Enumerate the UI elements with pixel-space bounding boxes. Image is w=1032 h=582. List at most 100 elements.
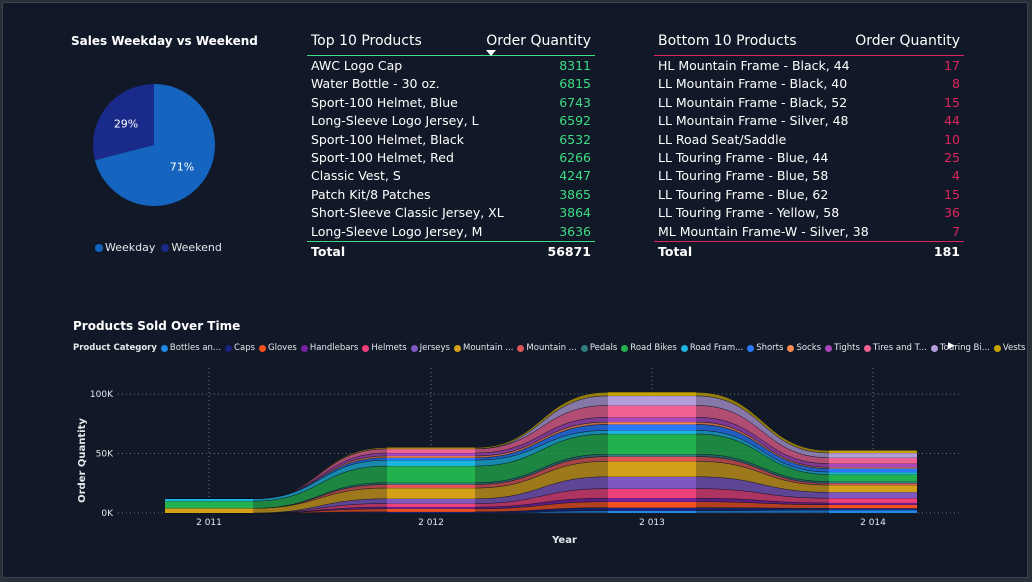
legend-scroll-right-icon[interactable]: ▶ [948,341,955,351]
stream-data-block[interactable] [829,471,917,475]
pie-legend-item-weekend[interactable]: Weekend [161,241,222,254]
stream-data-block[interactable] [387,457,475,461]
stream-legend-item[interactable]: Road Bikes [621,343,677,353]
stream-data-block[interactable] [608,456,696,462]
stream-data-block[interactable] [608,476,696,489]
stream-data-block[interactable] [387,452,475,456]
stream-legend-item[interactable]: Socks [787,343,821,353]
stream-legend-item[interactable]: Caps [225,343,255,353]
stream-legend-label: Pedals [589,343,618,353]
stream-data-block[interactable] [387,466,475,483]
stream-data-block[interactable] [608,405,696,418]
stream-data-block[interactable] [608,392,696,396]
stream-data-block[interactable] [829,510,917,513]
stream-data-block[interactable] [608,454,696,457]
table-row[interactable]: Sport-100 Helmet, Blue 6743 [307,94,595,112]
pie-legend-item-weekday[interactable]: Weekday [95,241,155,254]
stream-data-block[interactable] [165,501,253,509]
stream-legend-item[interactable]: Mountain ... [454,343,513,353]
y-tick-label: 0K [101,509,114,519]
table-row[interactable]: Long-Sleeve Logo Jersey, M 3636 [307,223,595,241]
stream-data-block[interactable] [829,463,917,468]
table-row[interactable]: Sport-100 Helmet, Red 6266 [307,149,595,167]
table-row[interactable]: LL Touring Frame - Blue, 62 15 [654,186,964,204]
table-row[interactable]: LL Touring Frame - Yellow, 58 36 [654,204,964,222]
stream-data-block[interactable] [608,430,696,434]
stream-legend-item[interactable]: Mountain ... [517,343,577,353]
stream-data-block[interactable] [608,488,696,499]
stream-data-block[interactable] [829,492,917,499]
stream-data-block[interactable] [608,507,696,511]
stream-data-block[interactable] [608,424,696,431]
table-row[interactable]: Water Bottle - 30 oz. 6815 [307,75,595,93]
stream-legend-item[interactable]: Touring Bi... [930,343,990,353]
stream-data-block[interactable] [387,484,475,489]
table-row[interactable]: LL Touring Frame - Blue, 58 4 [654,167,964,185]
stream-data-block[interactable] [829,502,917,505]
stream-data-block[interactable] [387,488,475,499]
stream-data-block[interactable] [829,508,917,511]
table-row[interactable]: LL Mountain Frame - Silver, 48 44 [654,112,964,130]
stream-data-block[interactable] [829,481,917,484]
stream-data-block[interactable] [608,498,696,502]
stream-data-block[interactable] [829,483,917,486]
stream-data-block[interactable] [829,450,917,453]
stream-data-block[interactable] [387,460,475,467]
stream-data-block[interactable] [387,507,475,509]
table-row[interactable]: LL Touring Frame - Blue, 44 25 [654,149,964,167]
stream-data-block[interactable] [829,474,917,482]
table-row[interactable]: LL Mountain Frame - Black, 40 8 [654,75,964,93]
table-row[interactable]: Short-Sleeve Classic Jersey, XL 3864 [307,204,595,222]
stream-data-block[interactable] [608,395,696,406]
stream-legend-item[interactable]: Tires and T... [863,343,927,353]
table-row[interactable]: AWC Logo Cap 8311 [307,57,595,75]
stream-legend-item[interactable]: Road Fram... [680,343,743,353]
stream-data-block[interactable] [829,498,917,503]
stream-data-block[interactable] [387,498,475,504]
stream-legend-item[interactable]: Tights [825,343,860,353]
top10-sort-header[interactable]: Order Quantity [486,33,591,56]
stream-data-block[interactable] [608,417,696,423]
table-row[interactable]: ML Mountain Frame-W - Silver, 38 7 [654,223,964,241]
stream-data-block[interactable] [829,468,917,472]
stream-data-block[interactable] [387,508,475,512]
table-row[interactable]: HL Mountain Frame - Black, 44 17 [654,57,964,75]
stream-data-block[interactable] [165,508,253,513]
bottom10-value-header[interactable]: Order Quantity [855,33,960,49]
stream-legend-item[interactable]: Helmets [362,343,407,353]
x-tick-label: 2 012 [418,518,444,528]
table-row[interactable]: Sport-100 Helmet, Black 6532 [307,131,595,149]
stream-legend-item[interactable]: Bottles an... [160,343,221,353]
stream-data-block[interactable] [608,433,696,455]
stream-data-block[interactable] [829,457,917,464]
stream-data-block[interactable] [829,485,917,493]
table-row[interactable]: Classic Vest, S 4247 [307,167,595,185]
stream-data-block[interactable] [387,448,475,453]
stream-legend-item[interactable]: Jerseys [410,343,450,353]
stream-data-block[interactable] [829,504,917,509]
pie-chart[interactable]: 71% 29% [89,80,219,210]
table-row[interactable]: Long-Sleeve Logo Jersey, L 6592 [307,112,595,130]
stream-data-block[interactable] [608,510,696,513]
stream-data-block[interactable] [829,452,917,458]
stream-data-block[interactable] [387,455,475,458]
legend-dot-icon [621,344,629,352]
stream-chart[interactable]: 0K 50K 100K 2 011 2 012 2 013 2 014 Year Order Q… [63,358,973,548]
stream-legend-item[interactable]: Pedals [580,343,618,353]
table-row[interactable]: Patch Kit/8 Patches 3865 [307,186,595,204]
stream-data-block[interactable] [387,503,475,508]
stream-legend-item[interactable]: Handlebars [300,343,359,353]
stream-legend-item[interactable]: Vests [993,343,1025,353]
stream-data-block[interactable] [387,482,475,485]
stream-data-block[interactable] [165,498,253,502]
stream-legend-item[interactable]: Gloves [259,343,297,353]
stream-data-block[interactable] [387,447,475,449]
stream-data-block[interactable] [608,461,696,477]
stream-legend-label: Handlebars [309,343,359,353]
table-row[interactable]: LL Mountain Frame - Black, 52 15 [654,94,964,112]
table-row[interactable]: LL Road Seat/Saddle 10 [654,131,964,149]
legend-dot-icon [454,344,461,352]
stream-data-block[interactable] [608,501,696,508]
stream-legend-item[interactable]: Shorts [747,343,783,353]
stream-data-block[interactable] [608,422,696,425]
